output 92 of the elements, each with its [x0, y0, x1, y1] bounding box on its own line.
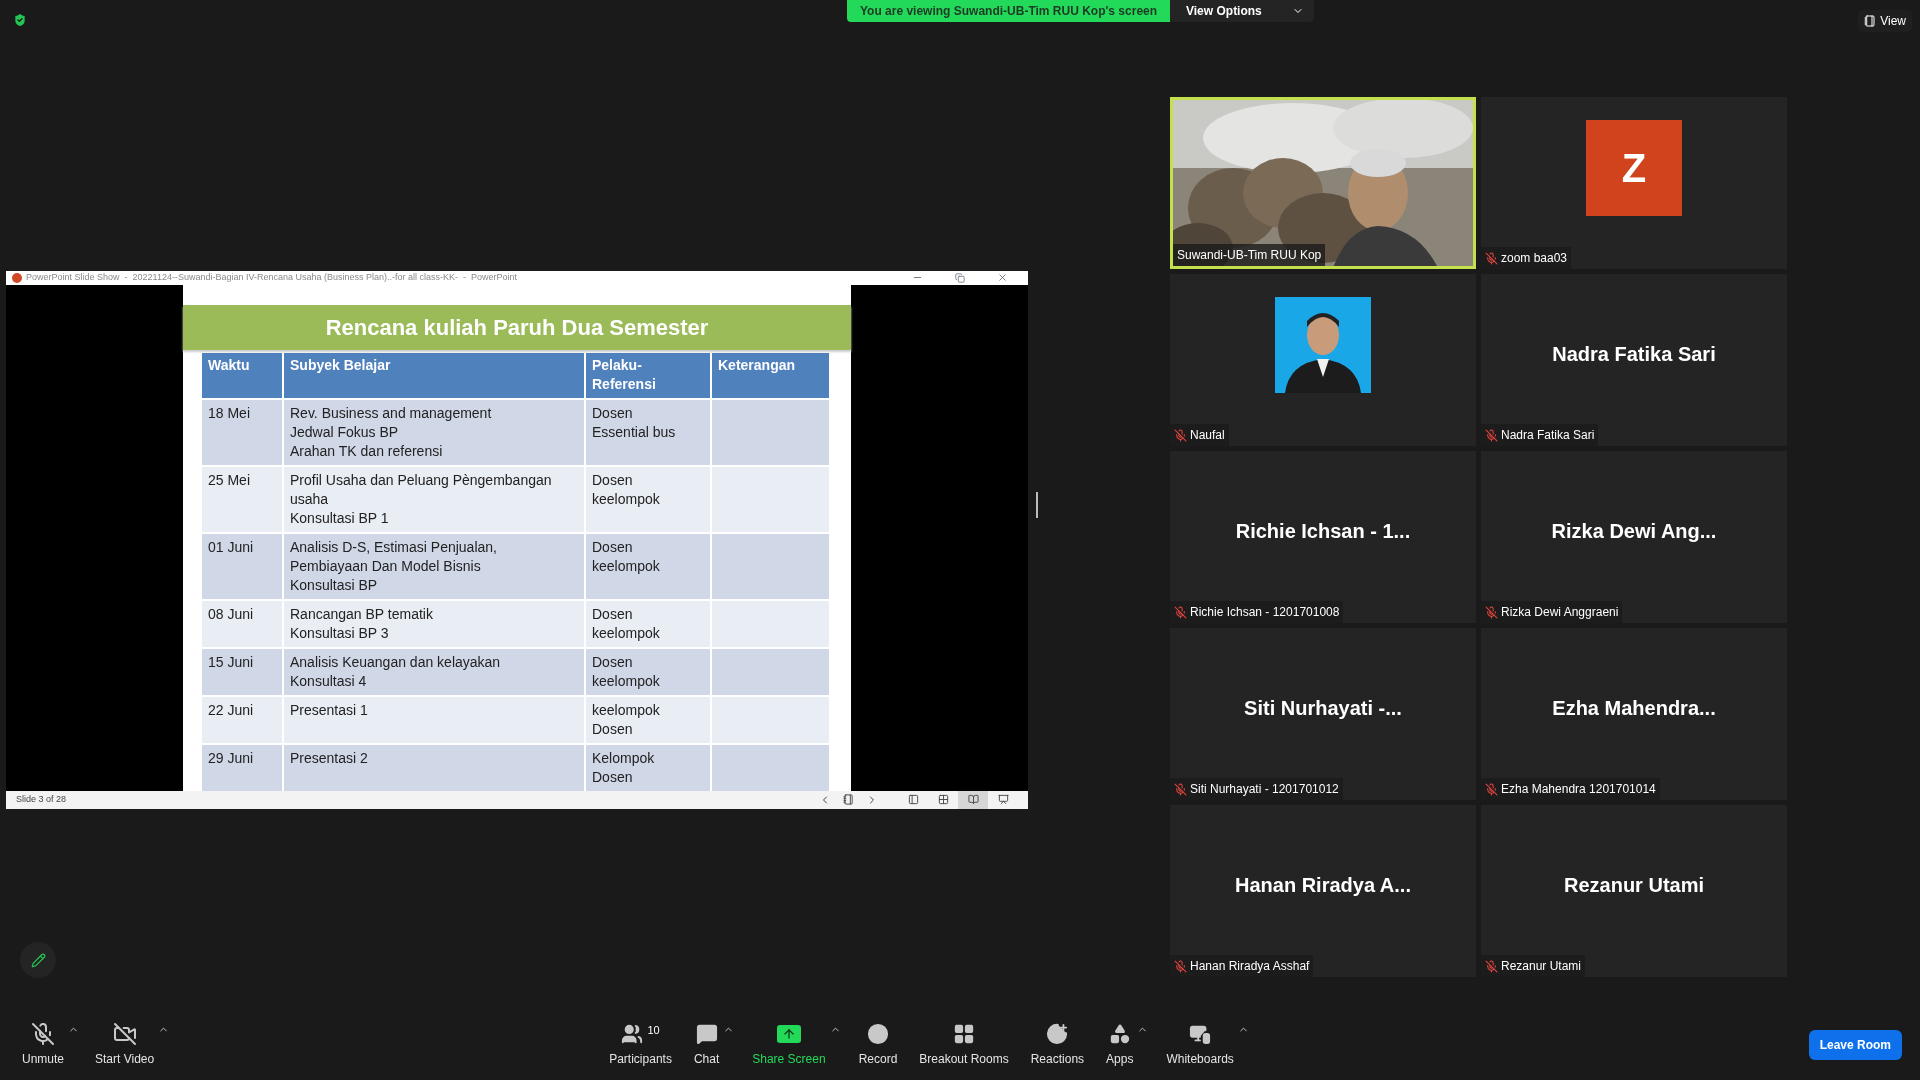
avatar-initial: Z [1586, 120, 1682, 216]
view-layout-icon [1864, 15, 1877, 27]
toolbar-button[interactable]: Apps [1102, 1022, 1138, 1068]
participant-name-display: Richie Ichsan - 1... [1235, 519, 1411, 544]
slideshow-view-icon [997, 794, 1009, 805]
chat-icon [695, 1023, 718, 1045]
slide-title: Rencana kuliah Paruh Dua Semester [183, 304, 851, 350]
powerpoint-logo-icon [12, 272, 22, 283]
breakout-icon [953, 1023, 975, 1045]
table-cell: 08 Juni [202, 600, 282, 647]
table-cell: Rev. Business and management Jedwal Fokus BP Arahan TK dan referensi [284, 399, 584, 465]
screen-share-banner: You are viewing Suwandi-UB-Tim RUU Kop's screen [847, 0, 1170, 22]
reading-view-icon [967, 794, 979, 805]
participant-name-display: Hanan Riradya A... [1235, 873, 1411, 898]
toolbar-button[interactable]: Chat [689, 1022, 724, 1068]
column-header: Keterangan [718, 355, 797, 375]
whiteboards-icon [1189, 1023, 1212, 1045]
participant-name: Richie Ichsan - 1201701008 [1190, 604, 1340, 621]
table-cell: 29 Juni [202, 744, 282, 791]
column-header: Subyek Belajar [290, 355, 392, 375]
participant-name: Rezanur Utami [1501, 958, 1582, 975]
table-cell: 22 Juni [202, 696, 282, 743]
toolbar-label: Record [858, 1051, 898, 1068]
table-cell: Dosen keelompok [586, 648, 710, 695]
table-cell: Profil Usaha dan Peluang Pèngembangan usaha Konsultasi BP 1 [284, 466, 584, 532]
participant-name: Siti Nurhayati - 1201701012 [1190, 781, 1339, 798]
mic-off-icon [31, 1022, 55, 1046]
participant-name: Naufal [1190, 427, 1225, 444]
table-cell: 01 Juni [202, 533, 282, 599]
toolbar-button[interactable]: Whiteboards [1162, 1022, 1238, 1068]
table-cell: Dosen Essential bus [586, 399, 710, 465]
participant-name-display: Nadra Fatika Sari [1552, 342, 1716, 367]
record-icon [867, 1023, 889, 1045]
restore-icon[interactable] [955, 272, 965, 283]
toolbar-button[interactable]: Start Video [91, 1022, 159, 1068]
participant-name-display: Siti Nurhayati -... [1244, 696, 1402, 721]
view-options-button[interactable]: View Options [1170, 0, 1314, 22]
table-cell: 18 Mei [202, 399, 282, 465]
column-header: Pelaku-Referensi [592, 355, 657, 394]
participant-count: 10 [647, 1023, 660, 1038]
toolbar-label: Chat [693, 1051, 720, 1068]
toolbar-button[interactable]: Share Screen [748, 1022, 830, 1068]
table-cell: Presentasi 1 [284, 696, 584, 743]
sorter-view-icon [937, 794, 949, 805]
annotate-button[interactable] [20, 942, 56, 978]
table-cell: keelompok Dosen [586, 696, 710, 743]
close-icon[interactable] [997, 272, 1008, 284]
participants-icon [621, 1023, 644, 1045]
toolbar-button[interactable]: Unmute [18, 1022, 69, 1068]
participant-name: Ezha Mahendra 1201701014 [1501, 781, 1656, 798]
table-cell: Dosen keelompok [586, 466, 710, 532]
window-title: PowerPoint Slide Show - 20221124--Suwandi-Bagian IV-Rencana Usaha (Business Plan)..-for all class-KK- - PowerPoint [26, 271, 519, 284]
security-shield-icon[interactable] [12, 12, 28, 28]
participant-name-display: Ezha Mahendra... [1552, 696, 1716, 721]
toolbar-button[interactable]: Record [854, 1022, 902, 1068]
participant-name: Suwandi-UB-Tim RUU Kop [1177, 247, 1322, 264]
participant-name: Hanan Riradya Asshaf [1190, 958, 1310, 975]
toolbar-label: Breakout Rooms [919, 1051, 1009, 1068]
view-mode-button[interactable] [958, 790, 988, 809]
column-header: Waktu [208, 355, 251, 375]
notes-icon[interactable] [843, 794, 854, 805]
participant-name-display: Rezanur Utami [1564, 873, 1704, 898]
toolbar-button[interactable]: 10 Participants [605, 1022, 676, 1068]
leave-room-button[interactable]: Leave Room [1808, 1030, 1902, 1060]
view-button[interactable]: View [1858, 10, 1912, 32]
table-cell: 15 Juni [202, 648, 282, 695]
participant-name: Rizka Dewi Anggraeni [1501, 604, 1619, 621]
pencil-icon [30, 952, 46, 968]
toolbar-label: Whiteboards [1166, 1051, 1234, 1068]
table-cell: Dosen keelompok [586, 600, 710, 647]
table-cell: Analisis D-S, Estimasi Penjualan, Pembiayaan Dan Model Bisnis Konsultasi BP [284, 533, 584, 599]
toolbar-label: Participants [609, 1051, 672, 1068]
table-cell: Kelompok Dosen [586, 744, 710, 791]
toolbar-button[interactable]: Reactions [1026, 1022, 1089, 1068]
toolbar-button[interactable]: Breakout Rooms [915, 1022, 1013, 1068]
normal-view-icon [907, 794, 919, 805]
table-cell: Presentasi 2 [284, 744, 584, 791]
apps-icon [1108, 1023, 1131, 1045]
toolbar-label: Apps [1106, 1051, 1134, 1068]
participant-name-display: Rizka Dewi Ang... [1551, 519, 1717, 544]
toolbar-label: Share Screen [752, 1051, 826, 1068]
toolbar-label: Reactions [1030, 1051, 1085, 1068]
video-off-icon [112, 1022, 137, 1046]
table-cell: Dosen keelompok [586, 533, 710, 599]
participant-name: zoom baa03 [1501, 250, 1568, 267]
participant-name: Nadra Fatika Sari [1501, 427, 1595, 444]
table-cell: Analisis Keuangan dan kelayakan Konsultasi 4 [284, 648, 584, 695]
table-cell: Rancangan BP tematik Konsultasi BP 3 [284, 600, 584, 647]
slide-counter: Slide 3 of 28 [16, 792, 68, 806]
resize-handle[interactable] [1036, 492, 1038, 518]
table-cell: 25 Mei [202, 466, 282, 532]
reactions-icon [1046, 1023, 1069, 1045]
